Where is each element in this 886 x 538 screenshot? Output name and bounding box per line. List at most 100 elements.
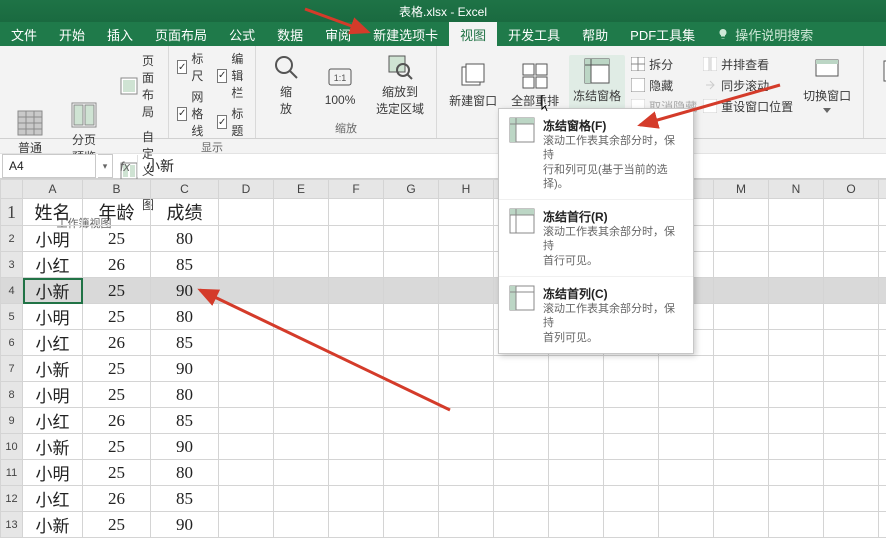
cell[interactable] [769, 408, 824, 434]
cell[interactable] [824, 252, 879, 278]
cell[interactable] [659, 486, 714, 512]
row-header[interactable]: 2 [1, 226, 23, 252]
cell[interactable] [274, 356, 329, 382]
select-all-corner[interactable] [1, 180, 23, 199]
cell[interactable] [219, 252, 274, 278]
cell[interactable] [329, 486, 384, 512]
cell[interactable] [329, 434, 384, 460]
cell[interactable] [604, 486, 659, 512]
row-header[interactable]: 4 [1, 278, 23, 304]
cell[interactable] [329, 460, 384, 486]
col-header-C[interactable]: C [151, 180, 219, 199]
row-header[interactable]: 9 [1, 408, 23, 434]
cell[interactable]: 85 [151, 252, 219, 278]
cell[interactable]: 小红 [23, 252, 83, 278]
cell[interactable] [439, 356, 494, 382]
tab-review[interactable]: 审阅 [314, 22, 362, 46]
cell[interactable] [219, 382, 274, 408]
cell[interactable] [549, 434, 604, 460]
cell[interactable] [769, 330, 824, 356]
btn-syncscroll[interactable]: 同步滚动 [703, 77, 793, 94]
cell[interactable] [714, 382, 769, 408]
cell[interactable] [274, 226, 329, 252]
cell[interactable] [879, 330, 886, 356]
cell[interactable] [329, 330, 384, 356]
cell[interactable] [384, 460, 439, 486]
col-header-N[interactable]: N [769, 180, 824, 199]
cell[interactable] [549, 382, 604, 408]
cell[interactable]: 小明 [23, 382, 83, 408]
cell[interactable]: 小新 [23, 434, 83, 460]
cell[interactable] [384, 304, 439, 330]
cell[interactable] [439, 199, 494, 226]
cell[interactable] [879, 304, 886, 330]
cell[interactable]: 姓名 [23, 199, 83, 226]
btn-zoom-100[interactable]: 1:1100% [318, 61, 362, 109]
cell[interactable] [494, 356, 549, 382]
cell[interactable] [494, 434, 549, 460]
btn-new-window[interactable]: 新建窗口 [445, 60, 501, 111]
cell[interactable] [824, 278, 879, 304]
row-header[interactable]: 3 [1, 252, 23, 278]
btn-view-normal[interactable]: 普通 [8, 107, 52, 158]
col-header-F[interactable]: F [329, 180, 384, 199]
cell[interactable] [439, 408, 494, 434]
row-header[interactable]: 7 [1, 356, 23, 382]
cell[interactable] [439, 304, 494, 330]
cell[interactable] [549, 486, 604, 512]
cell[interactable] [769, 434, 824, 460]
cell[interactable] [769, 226, 824, 252]
chk-ruler[interactable]: ✓标尺 [177, 50, 207, 84]
cell[interactable] [329, 304, 384, 330]
cell[interactable]: 25 [83, 226, 151, 252]
tab-data[interactable]: 数据 [266, 22, 314, 46]
cell[interactable] [274, 278, 329, 304]
cell[interactable]: 小明 [23, 304, 83, 330]
cell[interactable]: 小新 [23, 356, 83, 382]
cell[interactable]: 90 [151, 356, 219, 382]
cell[interactable] [769, 356, 824, 382]
cell[interactable] [714, 330, 769, 356]
cell[interactable]: 26 [83, 330, 151, 356]
row-header[interactable]: 6 [1, 330, 23, 356]
tab-pdf[interactable]: PDF工具集 [619, 22, 706, 46]
cell[interactable]: 25 [83, 278, 151, 304]
col-header-M[interactable]: M [714, 180, 769, 199]
btn-split[interactable]: 拆分 [631, 56, 697, 73]
btn-zoom[interactable]: 缩 放 [264, 51, 308, 119]
cell[interactable]: 25 [83, 304, 151, 330]
cell[interactable] [219, 278, 274, 304]
cell[interactable] [549, 356, 604, 382]
cell[interactable]: 80 [151, 382, 219, 408]
cell[interactable] [824, 408, 879, 434]
cell[interactable] [329, 278, 384, 304]
col-header-A[interactable]: A [23, 180, 83, 199]
chk-headings[interactable]: ✓标题 [217, 105, 247, 139]
cell[interactable] [384, 434, 439, 460]
cell[interactable] [384, 278, 439, 304]
cell[interactable] [714, 304, 769, 330]
chk-gridlines[interactable]: ✓网格线 [177, 88, 207, 139]
cell[interactable]: 小新 [23, 278, 83, 304]
cell[interactable] [219, 199, 274, 226]
cell[interactable] [219, 330, 274, 356]
chk-formulabar[interactable]: ✓编辑栏 [217, 50, 247, 101]
cell[interactable] [439, 460, 494, 486]
cell[interactable] [219, 460, 274, 486]
cell[interactable] [769, 460, 824, 486]
cell[interactable] [659, 434, 714, 460]
cell[interactable]: 小红 [23, 330, 83, 356]
btn-switch-window[interactable]: 切换窗口 [799, 55, 855, 115]
cell[interactable]: 26 [83, 486, 151, 512]
cell[interactable] [439, 486, 494, 512]
cell[interactable]: 90 [151, 434, 219, 460]
cell[interactable] [879, 356, 886, 382]
cell[interactable]: 80 [151, 304, 219, 330]
cell[interactable] [824, 356, 879, 382]
col-header-G[interactable]: G [384, 180, 439, 199]
cell[interactable] [549, 460, 604, 486]
cell[interactable] [384, 408, 439, 434]
cell[interactable] [879, 460, 886, 486]
cell[interactable] [769, 382, 824, 408]
cell[interactable] [274, 460, 329, 486]
